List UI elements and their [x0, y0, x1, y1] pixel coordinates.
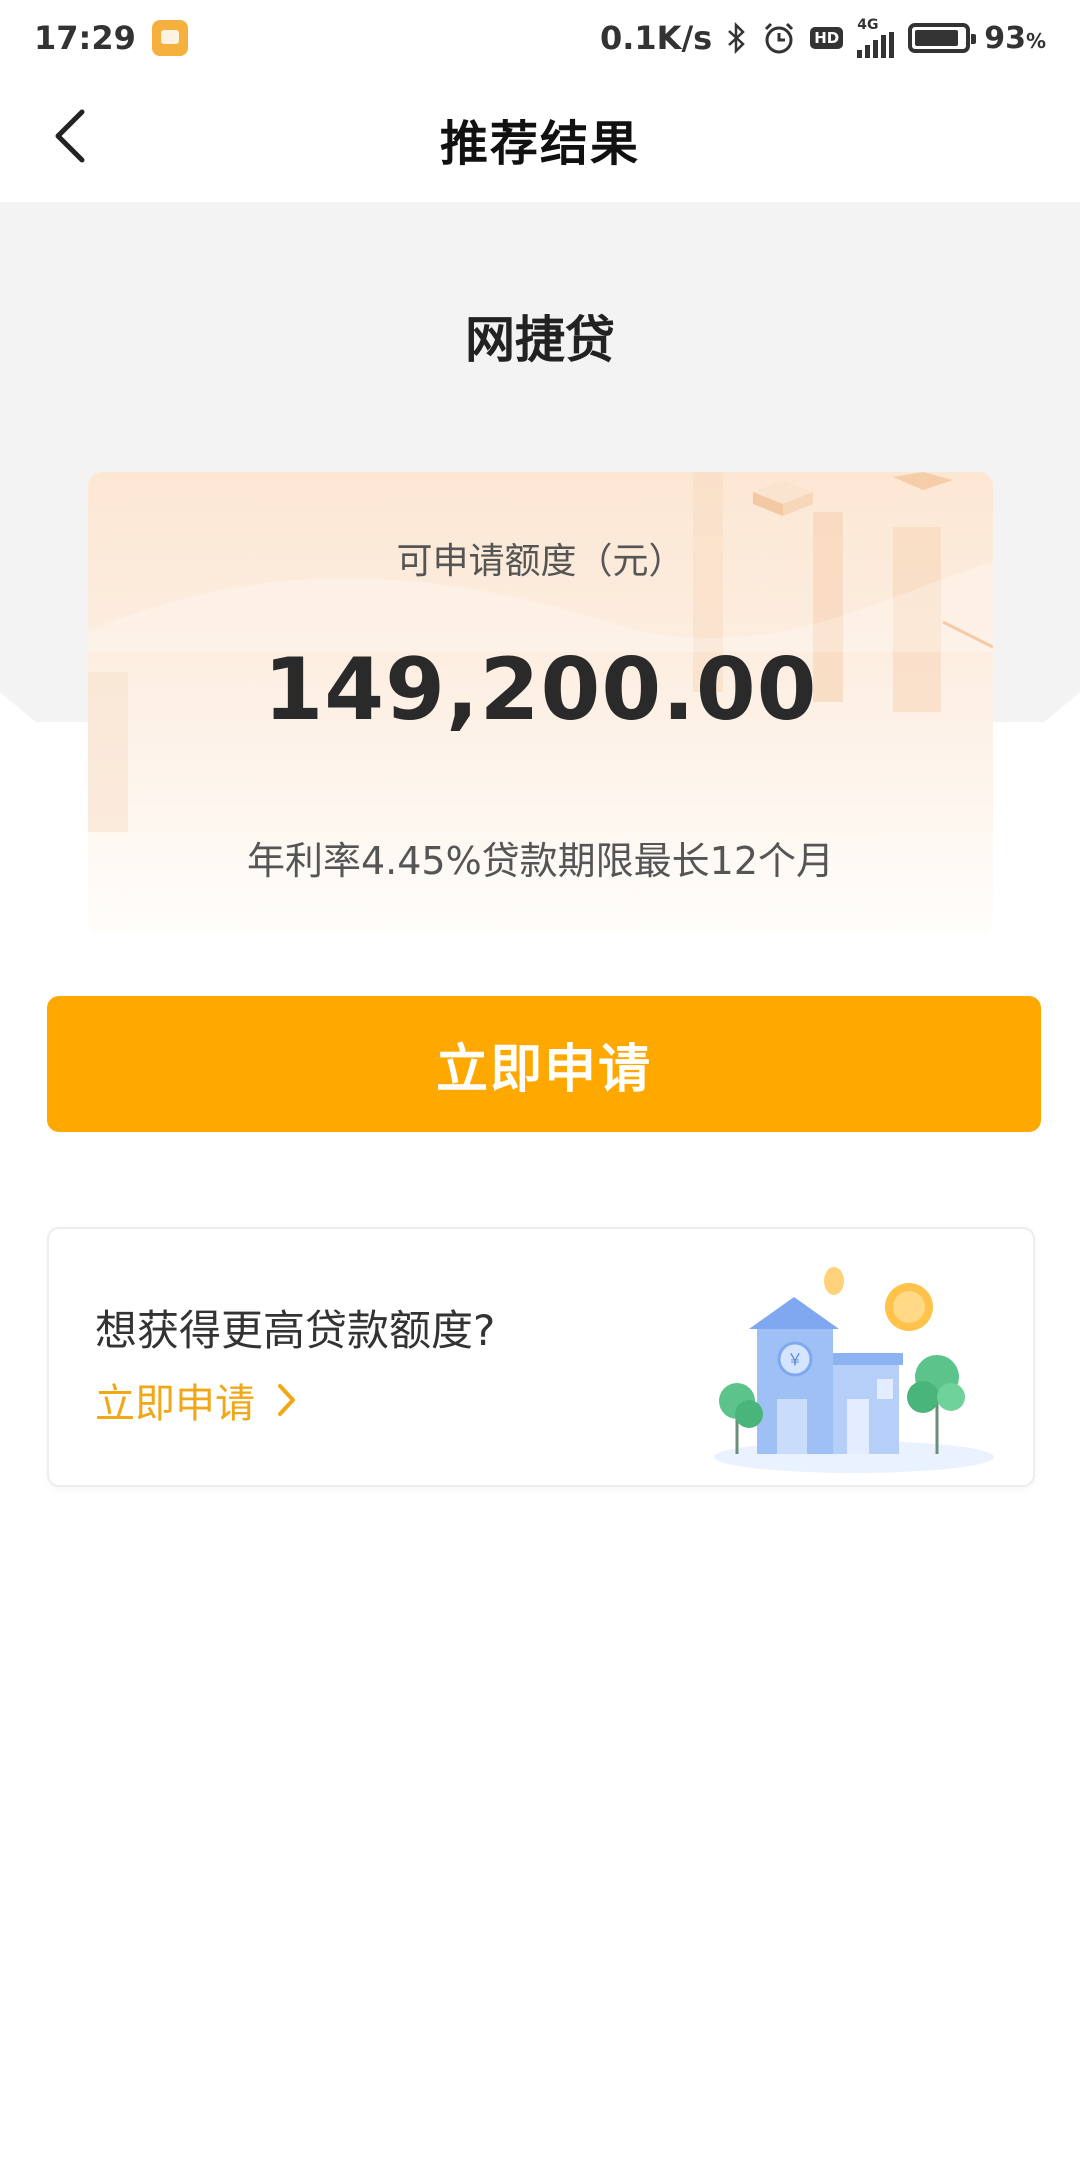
back-button[interactable] — [40, 106, 100, 166]
promo-title: 想获得更高贷款额度? — [95, 1306, 496, 1355]
svg-text:￥: ￥ — [787, 1350, 803, 1369]
network-speed: 0.1K/s — [599, 19, 713, 57]
network-type: 4G — [857, 17, 879, 33]
loan-terms: 年利率4.45%贷款期限最长12个月 — [246, 839, 835, 883]
bank-building-illustration: ￥ — [714, 1267, 994, 1473]
apply-now-button[interactable]: 立即申请 — [47, 996, 1041, 1132]
signal-icon: 4G — [857, 17, 895, 58]
battery-percent: 93% — [984, 20, 1046, 56]
hd-badge: HD — [810, 27, 844, 49]
status-bar: 17:29 0.1K/s HD 4G 93% — [0, 0, 1080, 76]
product-name: 网捷贷 — [465, 311, 615, 369]
quota-card: 可申请额度（元） 149,200.00 年利率4.45%贷款期限最长12个月 — [88, 472, 993, 934]
page-title: 推荐结果 — [439, 116, 640, 172]
battery-icon — [908, 23, 977, 53]
higher-quota-card[interactable]: 想获得更高贷款额度? 立即申请 ￥ — [47, 1227, 1035, 1487]
back-arrow-icon — [55, 109, 85, 163]
quota-label: 可申请额度（元） — [396, 541, 685, 582]
bluetooth-icon — [726, 22, 748, 54]
status-time: 17:29 — [34, 19, 136, 57]
quota-amount: 149,200.00 — [263, 640, 818, 740]
loan-result-screen: 17:29 0.1K/s HD 4G 93% 推荐结果 网捷贷 可申请额度（元）… — [0, 0, 1080, 2160]
promo-apply-link[interactable]: 立即申请 — [95, 1371, 297, 1429]
alarm-icon — [762, 21, 796, 55]
promo-apply-label: 立即申请 — [95, 1381, 255, 1427]
nav-bar: 推荐结果 — [0, 76, 1080, 202]
chevron-right-icon — [278, 1384, 295, 1416]
notification-app-icon — [151, 20, 188, 56]
